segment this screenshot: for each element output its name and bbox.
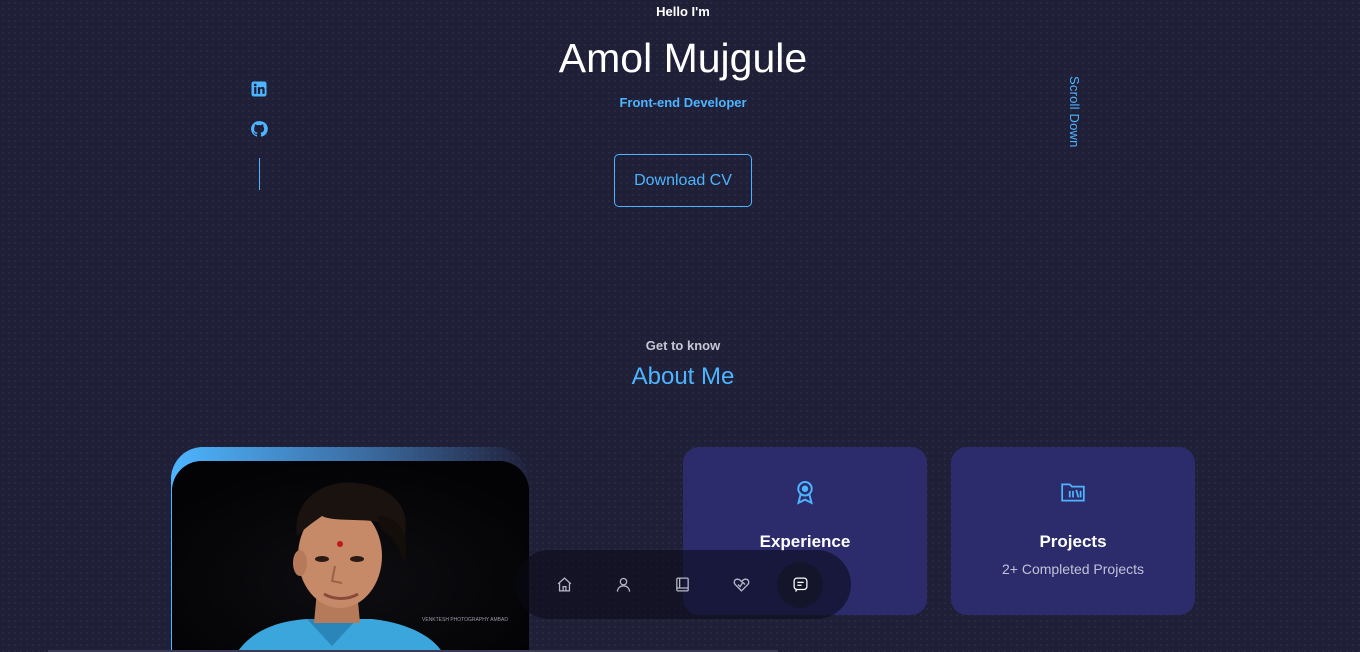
hero-role: Front-end Developer: [619, 95, 747, 110]
projects-card-text: 2+ Completed Projects: [1001, 561, 1145, 577]
nav-contact[interactable]: [777, 561, 823, 608]
nav-experience[interactable]: [659, 562, 705, 608]
projects-card-title: Projects: [1039, 532, 1107, 551]
nav-services[interactable]: [718, 562, 764, 608]
linkedin-icon: [251, 81, 267, 97]
projects-card: Projects 2+ Completed Projects: [951, 447, 1195, 615]
user-icon: [616, 577, 630, 592]
about-subtitle: Get to know: [645, 338, 721, 353]
folder-icon: [1061, 483, 1085, 502]
home-icon: [557, 577, 571, 592]
linkedin-link[interactable]: [250, 80, 268, 98]
message-icon: [792, 577, 808, 592]
download-cv-button[interactable]: Download CV: [614, 154, 752, 207]
about-me-photo: VENKTESH PHOTOGRAPHY AMBAD: [172, 461, 529, 652]
photo-watermark: VENKTESH PHOTOGRAPHY AMBAD: [422, 617, 508, 623]
experience-card-title: Experience: [759, 532, 851, 551]
services-icon: [733, 578, 749, 592]
award-icon: [797, 481, 813, 505]
nav-about[interactable]: [600, 562, 646, 608]
hero-name: Amol Mujgule: [558, 35, 808, 81]
github-icon: [251, 121, 268, 137]
bottom-nav: [515, 550, 851, 619]
social-divider-line: [258, 158, 260, 190]
about-title: About Me: [631, 363, 735, 390]
social-links: [250, 80, 268, 190]
hero-greeting: Hello I'm: [656, 4, 710, 19]
github-link[interactable]: [250, 120, 268, 138]
nav-home[interactable]: [541, 562, 587, 608]
scroll-down-link[interactable]: Scroll Down: [1067, 76, 1082, 148]
book-icon: [675, 577, 689, 592]
